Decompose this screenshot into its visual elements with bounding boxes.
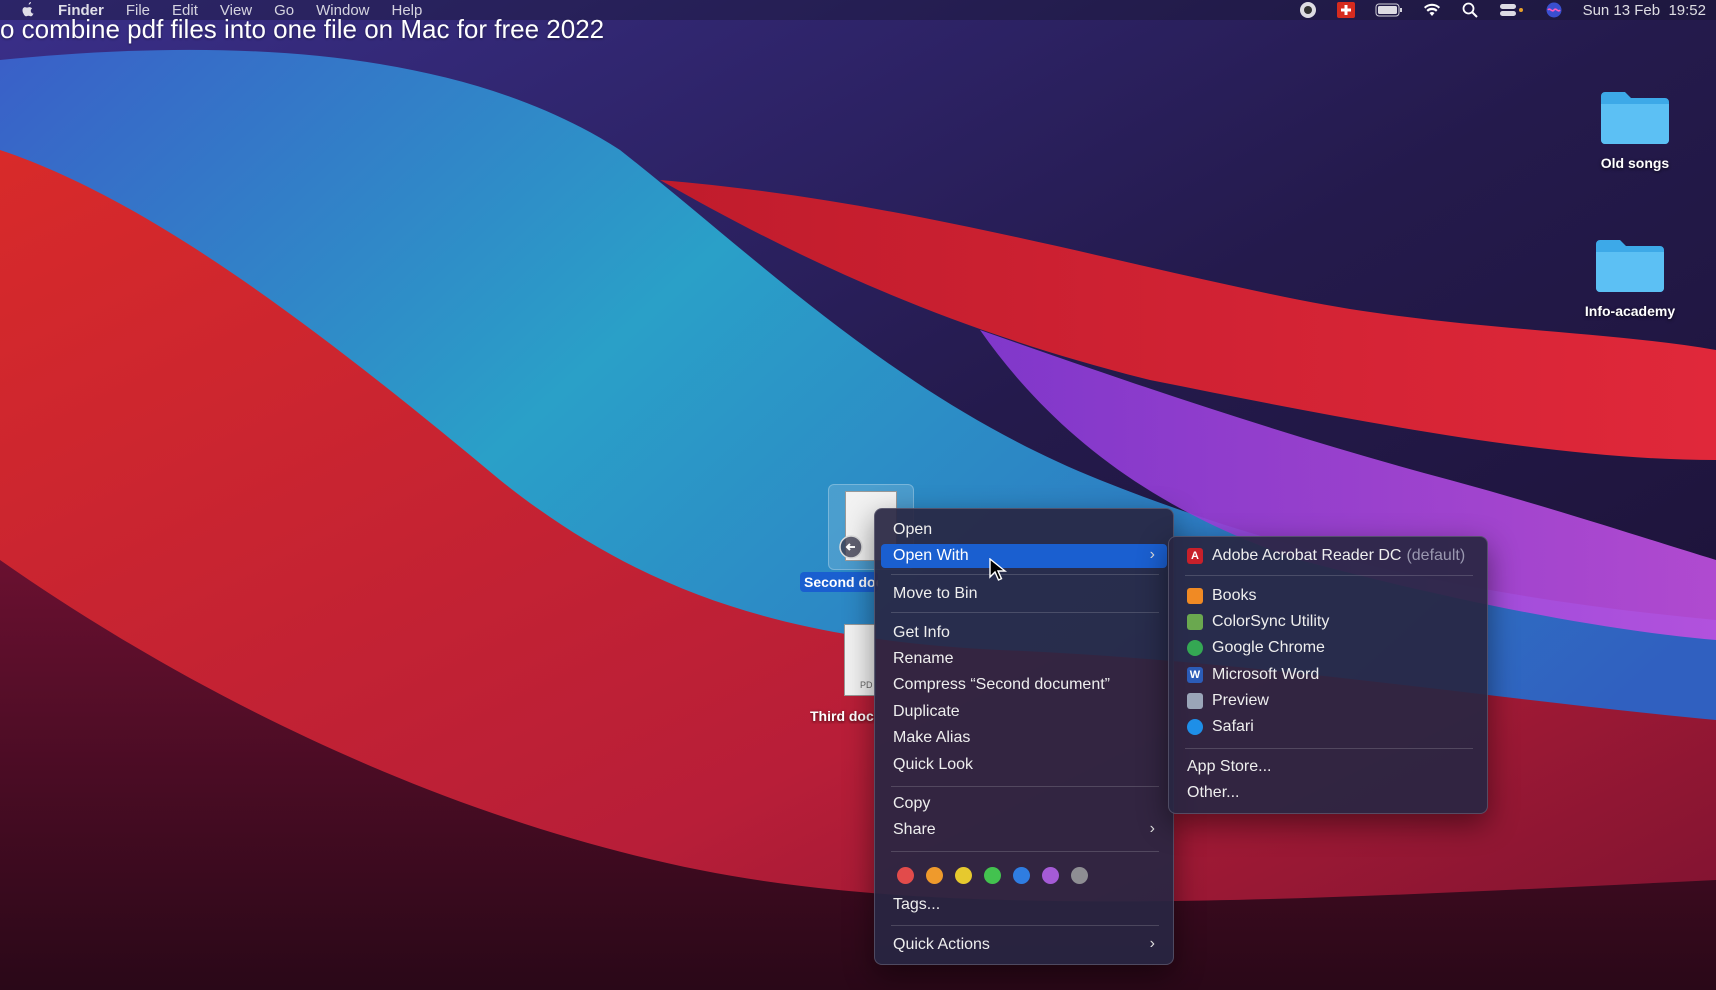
menu-item-duplicate[interactable]: Duplicate [881,700,1167,724]
clock[interactable]: Sun 13 Feb 19:52 [1583,2,1706,19]
context-menu: Open Open With › Move to Bin Get Info Re… [874,508,1174,965]
swiss-flag-icon[interactable] [1336,2,1355,18]
tag-gray[interactable] [1071,867,1088,884]
books-icon [1187,588,1203,604]
menu-separator [1185,748,1473,749]
safari-icon [1187,719,1203,735]
menu-separator [891,574,1159,575]
folder-icon [1601,92,1669,144]
app-item-preview[interactable]: Preview [1175,689,1481,713]
status-area: Sun 13 Feb 19:52 [1299,0,1706,20]
tag-color-row [897,867,1088,884]
menu-separator [1185,575,1473,576]
preview-icon [1187,693,1203,709]
tag-green[interactable] [984,867,1001,884]
menu-separator [891,786,1159,787]
app-item-other[interactable]: Other... [1175,781,1481,805]
mouse-pointer-icon [989,558,1007,581]
app-item-acrobat[interactable]: A Adobe Acrobat Reader DC (default) [1175,544,1481,568]
chevron-right-icon: › [1149,935,1155,952]
tag-orange[interactable] [926,867,943,884]
chrome-icon [1187,640,1203,656]
menu-item-quick-look[interactable]: Quick Look [881,753,1167,777]
desktop-folder-info-academy[interactable]: Info-academy [1570,236,1690,319]
colorsync-icon [1187,614,1203,630]
alias-arrow-icon [839,535,863,559]
desktop-file-third-document[interactable]: PD [844,624,876,696]
menu-item-open[interactable]: Open [881,518,1167,542]
record-icon[interactable] [1299,2,1317,18]
spotlight-icon[interactable] [1461,2,1479,18]
selected-file-label: Second document [800,572,878,592]
chevron-right-icon: › [1149,546,1155,563]
tag-blue[interactable] [1013,867,1030,884]
open-with-submenu: A Adobe Acrobat Reader DC (default) Books… [1168,536,1488,814]
control-center-icon[interactable] [1499,2,1525,18]
app-item-app-store[interactable]: App Store... [1175,755,1481,779]
wifi-icon[interactable] [1423,2,1441,18]
app-item-chrome[interactable]: Google Chrome [1175,636,1481,660]
tag-purple[interactable] [1042,867,1059,884]
app-item-word[interactable]: W Microsoft Word [1175,663,1481,687]
chevron-right-icon: › [1149,820,1155,837]
menu-separator [891,851,1159,852]
tag-yellow[interactable] [955,867,972,884]
menu-item-get-info[interactable]: Get Info [881,621,1167,645]
menu-item-move-to-bin[interactable]: Move to Bin [881,582,1167,606]
folder-icon [1596,240,1664,292]
menu-item-quick-actions[interactable]: Quick Actions › [881,933,1167,957]
desktop-folder-old-songs[interactable]: Old songs [1575,88,1695,171]
file-label: Third document [810,708,874,724]
menu-separator [891,925,1159,926]
folder-label: Info-academy [1584,303,1676,319]
acrobat-icon: A [1187,548,1203,564]
word-icon: W [1187,667,1203,683]
menu-item-compress[interactable]: Compress “Second document” [881,673,1167,697]
video-title-overlay: o combine pdf files into one file on Mac… [0,14,605,44]
app-item-books[interactable]: Books [1175,584,1481,608]
menu-item-make-alias[interactable]: Make Alias [881,726,1167,750]
menu-item-copy[interactable]: Copy [881,792,1167,816]
menu-item-open-with[interactable]: Open With › [881,544,1167,568]
folder-label: Old songs [1600,155,1670,171]
siri-icon[interactable] [1545,2,1563,18]
app-item-safari[interactable]: Safari [1175,715,1481,739]
tag-red[interactable] [897,867,914,884]
menu-item-tags[interactable]: Tags... [881,893,1167,917]
app-item-colorsync[interactable]: ColorSync Utility [1175,610,1481,634]
menu-item-rename[interactable]: Rename [881,647,1167,671]
menu-item-share[interactable]: Share › [881,818,1167,842]
battery-icon[interactable] [1375,2,1403,18]
menu-separator [891,612,1159,613]
